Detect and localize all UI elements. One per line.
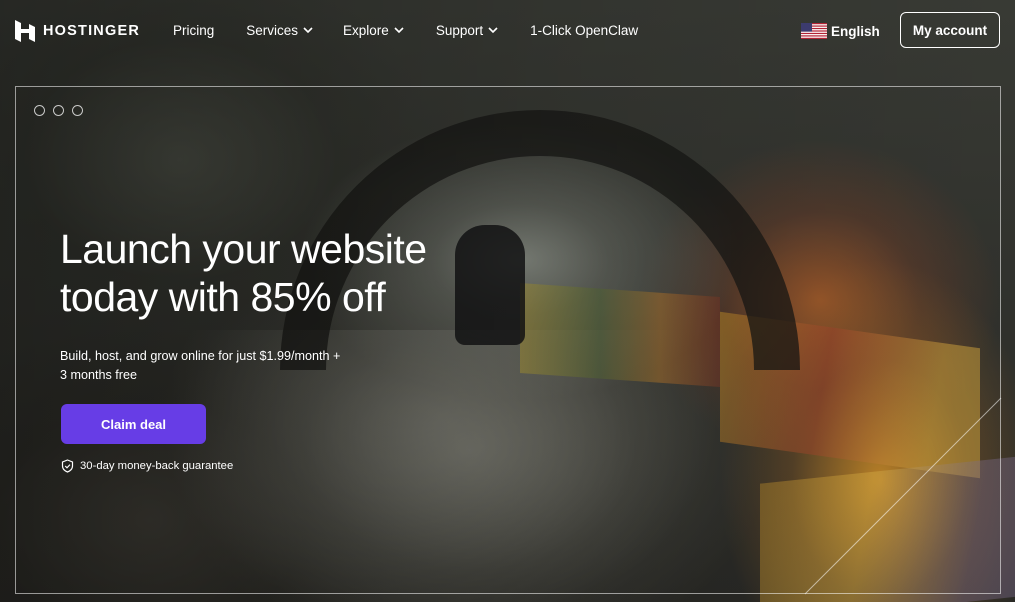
- nav-item-label: Services: [246, 23, 299, 38]
- my-account-button[interactable]: My account: [900, 12, 1000, 48]
- shield-check-icon: [61, 459, 74, 473]
- nav-item-services[interactable]: Services: [246, 23, 313, 38]
- nav-item-label: Explore: [343, 23, 389, 38]
- hero-subtitle-line: 3 months free: [60, 368, 138, 382]
- slide-indicator-dot[interactable]: [53, 105, 64, 116]
- window-dots: [34, 105, 83, 116]
- hostinger-logo-icon: [15, 20, 35, 42]
- slide-indicator-dot[interactable]: [34, 105, 45, 116]
- nav-item-explore[interactable]: Explore: [343, 23, 404, 38]
- us-flag-icon: [801, 23, 827, 39]
- nav-item-support[interactable]: Support: [436, 23, 498, 38]
- chevron-down-icon: [488, 27, 498, 34]
- logo-text: HOSTINGER: [43, 23, 140, 39]
- language-selector[interactable]: English: [801, 23, 880, 39]
- hero-frame: [15, 86, 1001, 594]
- hero-subtitle: Build, host, and grow online for just $1…: [60, 347, 380, 385]
- chevron-down-icon: [303, 27, 313, 34]
- hero-title-line: Launch your website: [60, 226, 427, 272]
- claim-deal-button[interactable]: Claim deal: [61, 404, 206, 444]
- hero-subtitle-line: Build, host, and grow online for just $1…: [60, 349, 341, 363]
- hostinger-logo[interactable]: HOSTINGER: [15, 20, 140, 42]
- language-label: English: [831, 23, 880, 39]
- slide-indicator-dot[interactable]: [72, 105, 83, 116]
- hero-title-line: today with 85% off: [60, 274, 386, 320]
- nav-item-pricing[interactable]: Pricing: [173, 23, 214, 38]
- nav-item-label: Pricing: [173, 23, 215, 38]
- nav-item-label: 1-Click OpenClaw: [530, 23, 639, 38]
- nav-item-openclaw[interactable]: 1-Click OpenClaw: [530, 23, 638, 38]
- guarantee-text: 30-day money-back guarantee: [80, 460, 234, 472]
- site-header: HOSTINGER Pricing Services Explore Suppo…: [0, 0, 1015, 62]
- chevron-down-icon: [394, 27, 404, 34]
- money-back-guarantee: 30-day money-back guarantee: [61, 459, 233, 473]
- nav-item-label: Support: [435, 23, 484, 38]
- main-nav: Pricing Services Explore Support 1-Click…: [173, 23, 670, 38]
- hero-title: Launch your website today with 85% off: [60, 225, 520, 321]
